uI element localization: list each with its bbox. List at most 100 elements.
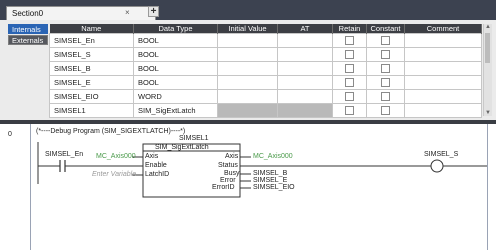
cell-constant (366, 33, 405, 48)
cell-at[interactable] (277, 89, 333, 104)
col-header-comment[interactable]: Comment (404, 24, 482, 34)
table-row[interactable]: SIMSEL_S BOOL (49, 47, 482, 62)
cell-name[interactable]: SIMSEL_EIO (49, 89, 134, 104)
scroll-thumb[interactable] (485, 33, 490, 63)
busy-output-variable[interactable]: SIMSEL_B (253, 170, 287, 177)
variable-table-scrollbar[interactable]: ▲ ▼ (483, 24, 492, 116)
scroll-down-icon[interactable]: ▼ (484, 110, 492, 116)
axis-output-variable[interactable]: MC_Axis000 (253, 153, 293, 160)
cell-constant (366, 89, 405, 104)
cell-initial-value (217, 103, 278, 118)
retain-checkbox[interactable] (345, 64, 354, 74)
cell-data-type[interactable]: BOOL (133, 33, 218, 48)
tab-externals[interactable]: Externals (8, 35, 48, 45)
cell-initial-value[interactable] (217, 89, 278, 104)
cell-constant (366, 47, 405, 62)
cell-comment[interactable] (404, 103, 482, 118)
contact-variable[interactable]: SIMSEL_En (45, 151, 83, 158)
pin-label-errorid: ErrorID (212, 184, 235, 191)
cell-data-type[interactable]: SIM_SigExtLatch (133, 103, 218, 118)
col-header-data-type[interactable]: Data Type (133, 24, 218, 34)
latchid-input-placeholder[interactable]: Enter Variable (92, 171, 136, 178)
scroll-up-icon[interactable]: ▲ (484, 24, 492, 30)
fb-type-name: SIM_SigExtLatch (155, 144, 209, 151)
cell-at[interactable] (277, 61, 333, 76)
cell-comment[interactable] (404, 75, 482, 90)
cell-retain (332, 103, 367, 118)
error-output-variable[interactable]: SIMSEL_E (253, 177, 287, 184)
col-header-name[interactable]: Name (49, 24, 134, 34)
pin-label-status: Status (218, 162, 238, 169)
errorid-output-variable[interactable]: SIMSEL_EIO (253, 184, 295, 191)
cell-name[interactable]: SIMSEL_B (49, 61, 134, 76)
ladder-wiring (37, 142, 487, 198)
table-row[interactable]: SIMSEL_E BOOL (49, 75, 482, 90)
cell-name[interactable]: SIMSEL_En (49, 33, 134, 48)
cell-data-type[interactable]: BOOL (133, 61, 218, 76)
cell-data-type[interactable]: BOOL (133, 75, 218, 90)
pin-label-error: Error (220, 177, 236, 184)
cell-name[interactable]: SIMSEL_S (49, 47, 134, 62)
pin-label-axis-out: Axis (225, 153, 239, 160)
cell-initial-value[interactable] (217, 33, 278, 48)
tab-section0[interactable]: Section0 × (6, 6, 156, 20)
cell-retain (332, 75, 367, 90)
table-row[interactable]: SIMSEL_En BOOL (49, 33, 482, 48)
fb-instance-name[interactable]: SIMSEL1 (179, 135, 209, 142)
close-icon[interactable]: × (125, 8, 130, 17)
cell-comment[interactable] (404, 61, 482, 76)
editor-tab-bar: Section0 × + (0, 0, 496, 20)
col-header-at[interactable]: AT (277, 24, 333, 34)
cell-comment[interactable] (404, 47, 482, 62)
col-header-constant[interactable]: Constant (366, 24, 405, 34)
retain-checkbox[interactable] (345, 106, 354, 116)
cell-retain (332, 33, 367, 48)
cell-initial-value[interactable] (217, 61, 278, 76)
col-header-initial-value[interactable]: Initial Value (217, 24, 278, 34)
tab-label: Section0 (12, 9, 44, 18)
coil-circle (430, 159, 444, 173)
constant-checkbox[interactable] (381, 50, 390, 60)
pin-label-latchid: LatchID (145, 171, 170, 178)
table-row[interactable]: SIMSEL_B BOOL (49, 61, 482, 76)
axis-input-variable[interactable]: MC_Axis000 (96, 153, 136, 160)
add-tab-icon[interactable]: + (148, 6, 159, 17)
variable-table-panel: Internals Externals Name Data Type Initi… (0, 20, 496, 120)
cell-retain (332, 47, 367, 62)
pin-label-enable: Enable (145, 162, 167, 169)
pin-label-axis-in: Axis (145, 153, 159, 160)
constant-checkbox[interactable] (381, 78, 390, 88)
cell-constant (366, 61, 405, 76)
cell-retain (332, 61, 367, 76)
coil-variable[interactable]: SIMSEL_S (424, 151, 458, 158)
retain-checkbox[interactable] (345, 50, 354, 60)
constant-checkbox[interactable] (381, 36, 390, 46)
constant-checkbox[interactable] (381, 92, 390, 102)
cell-at[interactable] (277, 75, 333, 90)
constant-checkbox[interactable] (381, 64, 390, 74)
cell-data-type[interactable]: WORD (133, 89, 218, 104)
pin-label-busy: Busy (224, 170, 240, 177)
retain-checkbox[interactable] (345, 78, 354, 88)
cell-name[interactable]: SIMSEL_E (49, 75, 134, 90)
constant-checkbox[interactable] (381, 106, 390, 116)
cell-at[interactable] (277, 33, 333, 48)
cell-at[interactable] (277, 47, 333, 62)
cell-constant (366, 75, 405, 90)
cell-name[interactable]: SIMSEL1 (49, 103, 134, 118)
col-header-retain[interactable]: Retain (332, 24, 367, 34)
cell-initial-value[interactable] (217, 47, 278, 62)
cell-initial-value[interactable] (217, 75, 278, 90)
retain-checkbox[interactable] (345, 92, 354, 102)
retain-checkbox[interactable] (345, 36, 354, 46)
table-row[interactable]: SIMSEL1 SIM_SigExtLatch (49, 103, 482, 118)
ladder-editor: 0 (*----Debug Program (SIM_SIGEXTLATCH)-… (0, 124, 496, 250)
cell-comment[interactable] (404, 33, 482, 48)
variable-table: Name Data Type Initial Value AT Retain C… (49, 24, 482, 118)
table-row[interactable]: SIMSEL_EIO WORD (49, 89, 482, 104)
tab-internals[interactable]: Internals (8, 24, 48, 34)
cell-comment[interactable] (404, 89, 482, 104)
rung-comment[interactable]: (*----Debug Program (SIM_SIGEXTLATCH)---… (36, 128, 185, 135)
table-header-row: Name Data Type Initial Value AT Retain C… (49, 24, 482, 34)
cell-data-type[interactable]: BOOL (133, 47, 218, 62)
